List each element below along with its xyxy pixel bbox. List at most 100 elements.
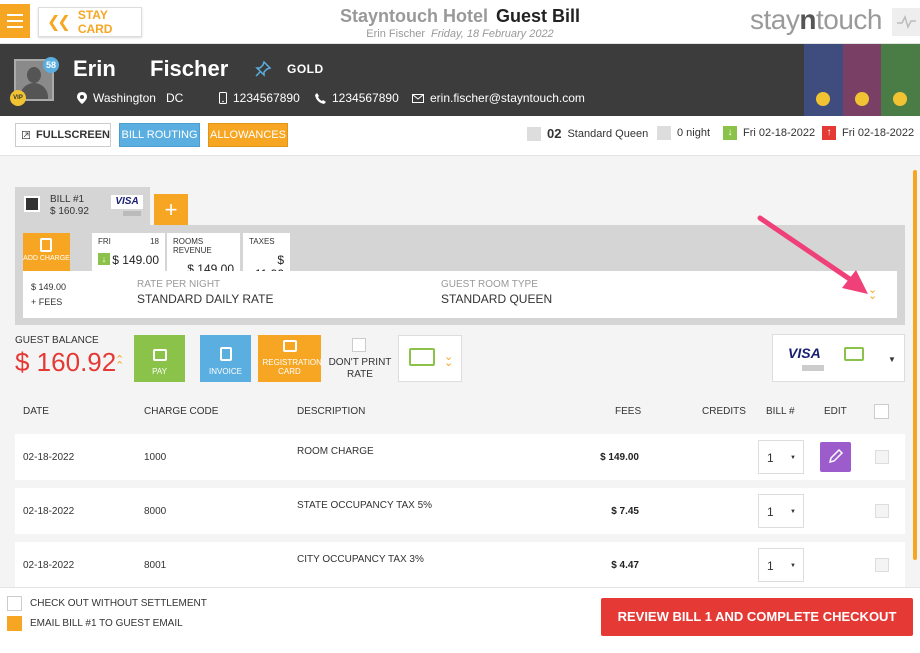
guest-location: Washington DC [77,91,183,105]
activity-graph-button[interactable] [892,8,920,36]
table-row[interactable]: 02-18-2022 8001 CITY OCCUPANCY TAX 3% $ … [15,542,905,588]
hotel-name: Stayntouch Hotel [339,6,488,26]
action-bar: FULLSCREEN BILL ROUTING ALLOWANCES 02 St… [0,116,920,156]
header-date: Friday, 18 February 2022 [430,28,554,40]
guest-city: Washington [93,91,156,105]
departure-arrow-icon: ↑ [822,126,836,140]
pay-button[interactable]: PAY [134,335,185,382]
annotation-arrow-icon [757,215,868,294]
table-row[interactable]: 02-18-2022 1000 ROOM CHARGE $ 149.00 1 ▼ [15,434,905,480]
checkout-without-settlement-checkbox[interactable] [7,596,22,611]
guest-last-name: Fischer [150,56,229,81]
edit-charge-button[interactable] [820,442,851,472]
group-tile[interactable] [881,44,920,116]
guest-room-type: STANDARD QUEEN [441,292,553,306]
wallet-icon [152,349,167,361]
card-on-file-dropdown[interactable]: VISA ▼ [772,334,905,382]
scrollbar[interactable] [913,170,917,560]
col-description: DESCRIPTION [297,406,366,417]
select-all-checkbox[interactable] [874,404,889,419]
bill-number: BILL #1 [50,194,85,205]
check-payment-icon [409,348,435,366]
masked-card-number [802,365,824,371]
room-number: 02 [547,126,562,141]
add-charge-button[interactable]: ADD CHARGE [23,233,70,271]
caret-down-icon: ▼ [888,355,896,364]
room-info: 02 Standard Queen [527,126,648,141]
invoice-button[interactable]: INVOICE [200,335,251,382]
departure-info: ↑ Fri 02-18-2022 [822,126,914,140]
room-type: Standard Queen [567,127,649,140]
bill-select[interactable]: 1 ▼ [758,548,804,582]
chevron-down-icon: ⌄ ⌄ [444,351,454,369]
payment-method-dropdown[interactable]: ⌄ ⌄ [398,335,462,382]
col-edit: EDIT [824,406,847,417]
arrival-arrow-icon: ↓ [723,126,737,140]
calculator-icon [40,238,52,252]
bill-amount: $ 160.92 [50,206,89,217]
pencil-icon [828,448,844,464]
bed-icon [527,126,541,141]
masked-card-number [123,211,141,216]
bill-select[interactable]: 1 ▼ [758,494,804,528]
rooms-revenue-tab[interactable]: ROOMS REVENUE $ 149.00 [167,233,240,276]
expand-icon [22,130,31,140]
dont-print-rate-checkbox[interactable] [352,338,366,352]
pin-icon[interactable] [254,60,272,78]
row-checkbox[interactable] [875,504,889,518]
day-tab-fri[interactable]: FRI 18 ↓ $ 149.00 [92,233,165,271]
visit-count-badge: 58 [43,57,59,73]
guest-email: erin.fischer@stayntouch.com [412,91,585,105]
col-fees: FEES [615,406,642,417]
taxes-tab[interactable]: TAXES $ 11.92 [243,233,290,281]
col-date: DATE [23,406,49,417]
guest-phone: 1234567890 [315,91,399,105]
visa-card-icon: VISA [111,195,143,209]
mobile-icon [219,92,227,104]
search-icon [816,92,830,106]
arrival-info: ↓ Fri 02-18-2022 [723,126,815,140]
bill-tab-1[interactable]: BILL #1 $ 160.92 VISA [15,187,150,225]
dont-print-rate-label: DON'T PRINT RATE [328,357,392,380]
fees-label: + FEES [31,297,63,307]
bill-routing-button[interactable]: BILL ROUTING [119,123,200,147]
moon-icon [657,126,671,140]
checkout-footer: CHECK OUT WITHOUT SETTLEMENT EMAIL BILL … [0,587,920,653]
guest-balance-amount: $ 160.92 [15,347,117,377]
bill-select[interactable]: 1 ▼ [758,440,804,474]
credit-card-icon [844,347,864,361]
room-tile[interactable] [804,44,843,116]
fullscreen-button[interactable]: FULLSCREEN [15,123,111,147]
guest-balance-label: GUEST BALANCE [15,335,99,346]
guest-state: DC [165,91,184,105]
nights-info: 0 night [657,126,710,140]
review-and-checkout-button[interactable]: REVIEW BILL 1 AND COMPLETE CHECKOUT [601,598,913,636]
document-icon [219,347,232,361]
table-row[interactable]: 02-18-2022 8000 STATE OCCUPANCY TAX 5% $… [15,488,905,534]
allowances-button[interactable]: ALLOWANCES [208,123,288,147]
loyalty-tier: GOLD [287,62,324,76]
guest-header: Erin Fischer GOLD Washington DC 12345678… [0,44,920,116]
chevron-up-icon[interactable]: ⌃ ⌃ [115,355,124,372]
guest-mobile: 1234567890 [219,91,300,105]
pulse-icon [897,14,916,30]
add-bill-button[interactable]: + [154,194,188,225]
email-bill-label: EMAIL BILL #1 TO GUEST EMAIL [30,618,183,629]
search-icon [893,92,908,106]
quick-tiles [804,44,920,116]
email-bill-checkbox[interactable] [7,616,22,631]
vip-badge: VIP [10,90,26,106]
header-guest-name: Erin Fischer [366,28,425,40]
guest-first-name: Erin [73,56,116,81]
phone-icon [315,92,326,104]
registration-card-button[interactable]: REGISTRATION CARD [258,335,322,382]
visa-card-icon: VISA [788,345,821,361]
top-bar: ❮❮ STAY CARD Stayntouch Hotel Guest Bill … [0,0,920,44]
location-icon [77,92,87,104]
col-credits: CREDITS [702,406,746,417]
printer-icon [282,340,297,352]
col-bill: BILL # [766,406,795,417]
row-checkbox[interactable] [875,450,889,464]
globe-tile[interactable] [842,44,882,116]
row-checkbox[interactable] [875,558,889,572]
